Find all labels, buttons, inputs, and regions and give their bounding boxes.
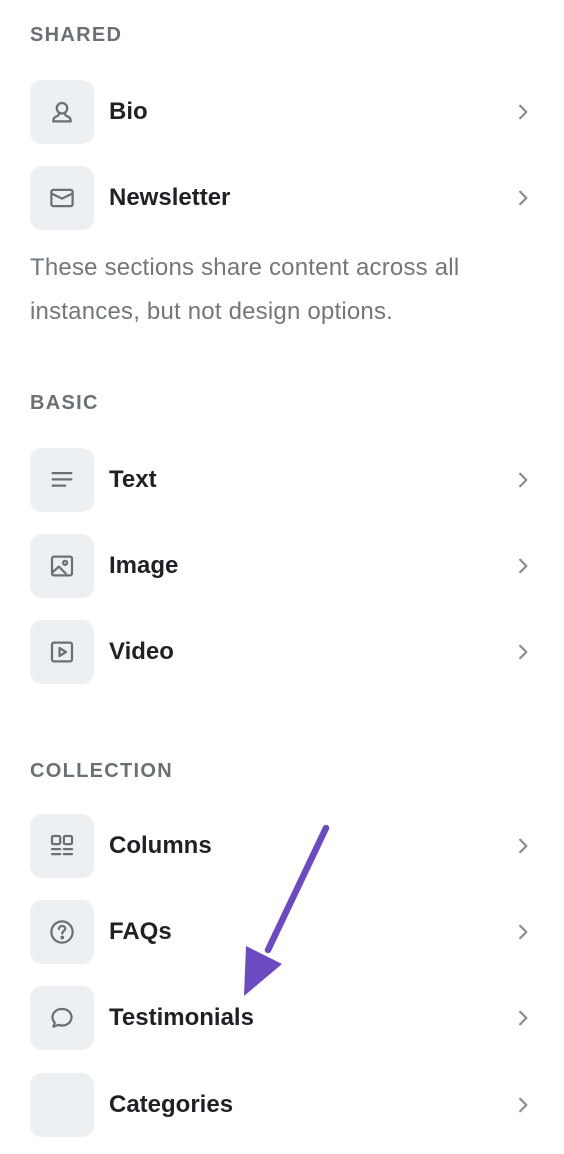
section-item-image[interactable]: Image: [30, 534, 534, 598]
section-item-categories[interactable]: Categories: [30, 1073, 534, 1137]
section-title-collection: COLLECTION: [30, 760, 173, 782]
chevron-right-icon: [519, 644, 528, 660]
shared-sections-note: These sections share content across all …: [30, 254, 460, 325]
item-icon-box: [30, 900, 94, 964]
section-item-label: Video: [109, 638, 174, 665]
section-item-label: Text: [109, 466, 157, 493]
section-title-shared: SHARED: [30, 24, 123, 46]
chevron-right-icon: [519, 924, 528, 940]
section-item-testimonials[interactable]: Testimonials: [30, 986, 534, 1050]
item-icon-box: [30, 448, 94, 512]
section-item-label: Testimonials: [109, 1004, 254, 1031]
mail-icon: [50, 188, 74, 208]
item-icon-box: [30, 986, 94, 1050]
item-icon-box: [30, 814, 94, 878]
section-item-label: Bio: [109, 98, 148, 125]
chevron-right-icon: [519, 104, 528, 120]
section-item-label: Columns: [109, 832, 212, 859]
video-icon: [50, 641, 74, 663]
section-item-text[interactable]: Text: [30, 448, 534, 512]
chevron-right-icon: [519, 472, 528, 488]
section-item-bio[interactable]: Bio: [30, 80, 534, 144]
section-item-faqs[interactable]: FAQs: [30, 900, 534, 964]
item-icon-box: [30, 620, 94, 684]
section-title-basic: BASIC: [30, 392, 99, 414]
chevron-right-icon: [519, 1010, 528, 1026]
chevron-right-icon: [519, 558, 528, 574]
section-item-label: FAQs: [109, 918, 172, 945]
section-item-video[interactable]: Video: [30, 620, 534, 684]
item-icon-box: [30, 80, 94, 144]
columns-icon: [50, 834, 74, 856]
section-item-label: Image: [109, 552, 179, 579]
chevron-right-icon: [519, 838, 528, 854]
item-icon-box: [30, 534, 94, 598]
chevron-right-icon: [519, 1097, 528, 1113]
section-item-label: Newsletter: [109, 184, 231, 211]
item-icon-box: [30, 166, 94, 230]
user-icon: [52, 101, 72, 123]
item-icon-box: [30, 1073, 94, 1137]
text-lines-icon: [51, 472, 73, 487]
speech-bubble-icon: [51, 1007, 73, 1028]
chevron-right-icon: [519, 190, 528, 206]
question-circle-icon: [50, 920, 74, 944]
section-item-newsletter[interactable]: Newsletter: [30, 166, 534, 230]
image-icon: [50, 555, 74, 577]
section-item-label: Categories: [109, 1091, 234, 1118]
section-item-columns[interactable]: Columns: [30, 814, 534, 878]
section-picker-panel: SHARED Bio Newsletter These sections sha…: [0, 0, 564, 1154]
